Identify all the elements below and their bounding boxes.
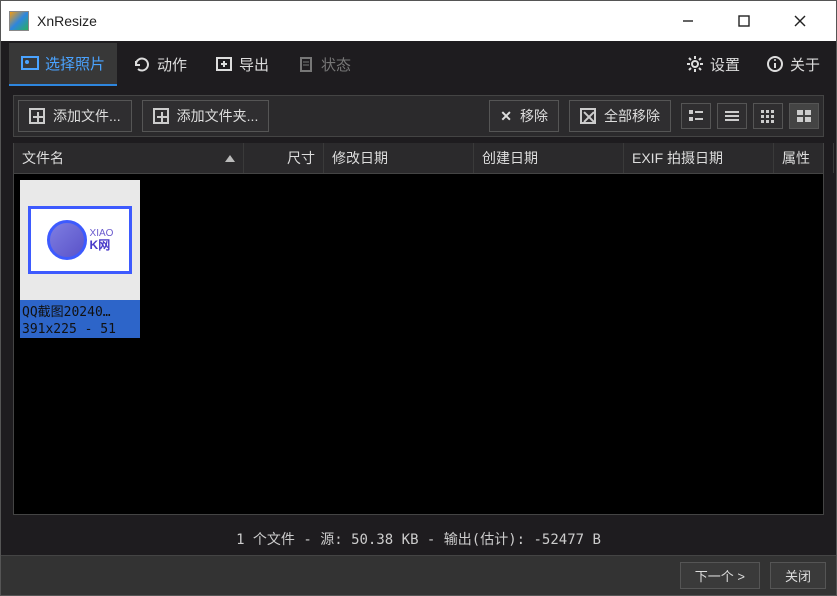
status-text: 1 个文件 - 源: 50.38 KB - 输出(估计): -52477 B xyxy=(1,523,836,555)
toolbar: 添加文件... 添加文件夹... ✕ 移除 全部移除 xyxy=(13,95,824,137)
app-window: XnResize 选择照片 动作 导出 状态 xyxy=(0,0,837,596)
info-icon xyxy=(766,55,784,73)
tab-status: 状态 xyxy=(285,44,363,85)
gear-icon xyxy=(686,55,704,73)
thumbnail-dimensions: 391x225 - 51 xyxy=(20,321,140,338)
add-files-button[interactable]: 添加文件... xyxy=(18,100,132,132)
add-files-label: 添加文件... xyxy=(53,106,121,126)
app-title: XnResize xyxy=(37,13,97,29)
col-attr[interactable]: 属性 xyxy=(774,143,834,173)
tab-export-label: 导出 xyxy=(239,54,269,75)
minimize-button[interactable] xyxy=(660,1,716,41)
titlebar: XnResize xyxy=(1,1,836,41)
col-create-date[interactable]: 创建日期 xyxy=(474,143,624,173)
app-icon xyxy=(9,11,29,31)
tab-select-photos[interactable]: 选择照片 xyxy=(9,43,117,86)
photo-icon xyxy=(21,54,39,72)
tab-action[interactable]: 动作 xyxy=(121,44,199,85)
add-folder-label: 添加文件夹... xyxy=(177,106,259,126)
maximize-button[interactable] xyxy=(716,1,772,41)
col-filename[interactable]: 文件名 xyxy=(14,143,244,173)
col-size[interactable]: 尺寸 xyxy=(244,143,324,173)
tab-status-label: 状态 xyxy=(321,54,351,75)
col-exif-date[interactable]: EXIF 拍摄日期 xyxy=(624,143,774,173)
x-square-icon xyxy=(580,108,596,124)
view-grid-large-button[interactable] xyxy=(789,103,819,129)
tab-bar: 选择照片 动作 导出 状态 设置 关于 xyxy=(1,41,836,87)
sort-asc-icon xyxy=(225,155,235,162)
tab-select-label: 选择照片 xyxy=(45,53,105,74)
close-button[interactable]: 关闭 xyxy=(770,562,826,589)
export-icon xyxy=(215,55,233,73)
remove-all-label: 全部移除 xyxy=(604,106,660,126)
logo-icon xyxy=(47,220,87,260)
file-list-area[interactable]: XIAOK网 QQ截图20240… 391x225 - 51 xyxy=(13,174,824,515)
plus-square-icon xyxy=(153,108,169,124)
add-folder-button[interactable]: 添加文件夹... xyxy=(142,100,270,132)
about-label: 关于 xyxy=(790,54,820,75)
settings-label: 设置 xyxy=(710,54,740,75)
tab-action-label: 动作 xyxy=(157,54,187,75)
remove-button[interactable]: ✕ 移除 xyxy=(489,100,559,132)
view-list-button[interactable] xyxy=(717,103,747,129)
remove-label: 移除 xyxy=(520,106,548,126)
plus-square-icon xyxy=(29,108,45,124)
file-thumbnail[interactable]: XIAOK网 QQ截图20240… 391x225 - 51 xyxy=(20,180,140,338)
tab-export[interactable]: 导出 xyxy=(203,44,281,85)
footer-bar: 下一个 > 关闭 xyxy=(1,555,836,595)
clipboard-icon xyxy=(297,55,315,73)
thumbnail-filename: QQ截图20240… xyxy=(20,300,140,321)
next-button[interactable]: 下一个 > xyxy=(680,562,760,589)
remove-all-button[interactable]: 全部移除 xyxy=(569,100,671,132)
action-icon xyxy=(133,55,151,73)
view-mode-buttons xyxy=(681,103,819,129)
close-window-button[interactable] xyxy=(772,1,828,41)
settings-button[interactable]: 设置 xyxy=(678,48,748,81)
thumbnail-image: XIAOK网 xyxy=(20,180,140,300)
column-headers: 文件名 尺寸 修改日期 创建日期 EXIF 拍摄日期 属性 xyxy=(13,143,824,174)
view-grid-small-button[interactable] xyxy=(753,103,783,129)
x-icon: ✕ xyxy=(500,108,512,125)
col-modify-date[interactable]: 修改日期 xyxy=(324,143,474,173)
about-button[interactable]: 关于 xyxy=(758,48,828,81)
view-thumb-small-button[interactable] xyxy=(681,103,711,129)
